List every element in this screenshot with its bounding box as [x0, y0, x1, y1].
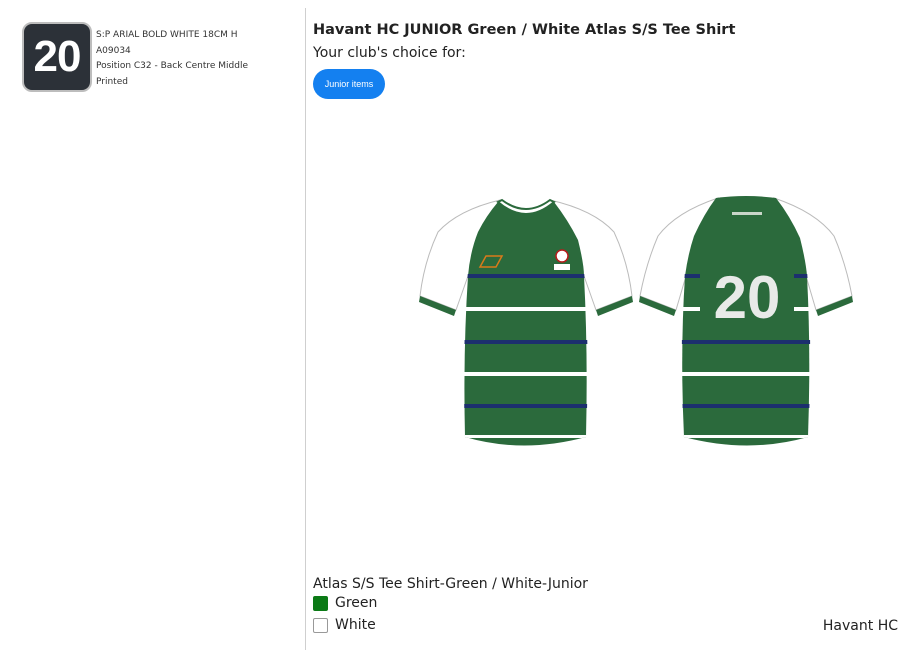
colour-option-white: White: [313, 616, 376, 634]
spec-line-code: A09034: [96, 45, 131, 56]
back-stripe-navy-3: [681, 404, 811, 408]
front-stripe-navy-1: [464, 274, 588, 278]
number-preview-panel: 20 S:P ARIAL BOLD WHITE 18CM H A09034 Po…: [0, 0, 305, 650]
product-title: Havant HC JUNIOR Green / White Atlas S/S…: [313, 22, 736, 38]
product-shirt-image: 20: [419, 196, 853, 446]
front-stripe-navy-3: [464, 404, 588, 408]
back-neck-label: [732, 212, 762, 215]
spec-line-position: Position C32 - Back Centre Middle: [96, 61, 249, 71]
colour-option-green: Green: [313, 594, 377, 612]
front-stripe-white-1: [464, 307, 588, 311]
front-stripe-white-3: [464, 435, 588, 438]
shirt-number-tile: 20: [22, 22, 92, 92]
club-name: Havant HC: [822, 618, 898, 634]
colour-label-green: Green: [335, 595, 378, 611]
colour-label-white: White: [335, 617, 376, 633]
club-choice-label: Your club's choice for:: [313, 45, 466, 61]
back-shirt-number: 20: [714, 264, 781, 331]
number-spec: S:P ARIAL BOLD WHITE 18CM H A09034 Posit…: [96, 28, 248, 90]
back-stripe-white-3: [681, 435, 811, 438]
shirt-front: [419, 198, 633, 446]
back-stripe-white-2: [681, 372, 811, 376]
shirt-back: 20: [639, 196, 853, 446]
panel-divider: [305, 8, 306, 650]
spec-line-method: Printed: [96, 76, 128, 87]
back-stripe-navy-2: [681, 340, 811, 344]
front-stripe-white-2: [464, 372, 588, 376]
junior-items-button[interactable]: Junior items: [313, 69, 385, 99]
white-swatch: [313, 617, 328, 633]
variant-name: Atlas S/S Tee Shirt-Green / White-Junior: [313, 576, 588, 592]
front-body: [464, 202, 587, 446]
green-swatch: [313, 595, 328, 611]
spec-line-font: S:P ARIAL BOLD WHITE 18CM H: [96, 30, 238, 40]
front-stripe-navy-2: [464, 340, 588, 344]
